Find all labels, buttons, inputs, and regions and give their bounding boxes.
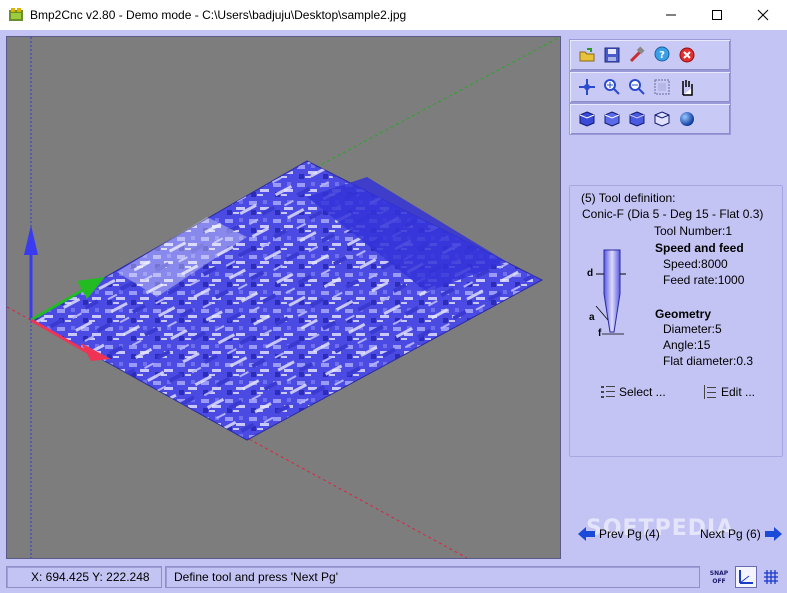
status-bar: X: 694.425 Y: 222.248 Define tool and pr… bbox=[0, 563, 787, 593]
pan-button[interactable] bbox=[676, 76, 698, 98]
flat-diameter-value: Flat diameter:0.3 bbox=[663, 354, 754, 368]
open-button[interactable] bbox=[576, 44, 598, 66]
tool-definition-header: (5) Tool definition: bbox=[581, 191, 676, 205]
dimension-a-label: a bbox=[589, 312, 595, 323]
close-icon bbox=[757, 9, 769, 21]
3d-viewport[interactable] bbox=[6, 36, 561, 559]
view-iso-1-icon bbox=[579, 111, 595, 127]
axes-icon bbox=[739, 570, 753, 584]
axes-toggle-button[interactable] bbox=[735, 566, 757, 588]
toolbar-render bbox=[569, 103, 731, 135]
tool-number: Tool Number:1 bbox=[654, 224, 733, 238]
move-button[interactable] bbox=[576, 76, 598, 98]
pan-hand-icon bbox=[682, 80, 693, 96]
select-tool-button[interactable]: Select ... bbox=[600, 384, 666, 400]
speed-value: Speed:8000 bbox=[663, 257, 728, 271]
sphere-render-button[interactable] bbox=[676, 108, 698, 130]
status-message: Define tool and press 'Next Pg' bbox=[165, 566, 700, 588]
help-button[interactable]: ? bbox=[651, 44, 673, 66]
minimize-button[interactable] bbox=[648, 0, 694, 30]
client-area: ? (5) Tool definition: Conic-F (Dia 5 - … bbox=[0, 30, 787, 593]
view-iso-2-button[interactable] bbox=[601, 108, 623, 130]
diameter-value: Diameter:5 bbox=[663, 322, 722, 336]
zoom-out-button[interactable] bbox=[626, 76, 648, 98]
dimension-f-label: f bbox=[598, 328, 602, 339]
list-icon bbox=[601, 386, 615, 398]
snap-off-icon: SNAP OFF bbox=[710, 570, 729, 585]
exit-button[interactable] bbox=[676, 44, 698, 66]
edit-list-icon bbox=[704, 385, 716, 399]
zoom-in-icon bbox=[604, 79, 620, 95]
zoom-out-icon bbox=[629, 79, 645, 95]
edit-tool-button[interactable]: Edit ... bbox=[702, 384, 755, 400]
sphere-render-icon bbox=[680, 112, 694, 126]
arrow-left-icon bbox=[578, 527, 595, 541]
z-axis-arrowhead bbox=[24, 225, 38, 255]
tools-icon bbox=[629, 46, 645, 63]
minimize-icon bbox=[666, 14, 676, 16]
geometry-heading: Geometry bbox=[655, 307, 712, 321]
zoom-fit-icon bbox=[654, 79, 670, 95]
grid-icon bbox=[764, 570, 778, 584]
dimension-d-label: d bbox=[587, 268, 594, 279]
view-iso-2-icon bbox=[604, 111, 620, 127]
view-wire-icon bbox=[654, 111, 670, 127]
app-icon bbox=[9, 8, 23, 21]
angle-value: Angle:15 bbox=[663, 338, 711, 352]
toolbar-view bbox=[569, 71, 731, 103]
open-icon bbox=[579, 48, 595, 62]
view-iso-1-button[interactable] bbox=[576, 108, 598, 130]
snap-label-2: OFF bbox=[712, 578, 725, 585]
save-icon bbox=[604, 47, 620, 63]
view-iso-3-button[interactable] bbox=[626, 108, 648, 130]
viewport-scene bbox=[7, 37, 560, 558]
grid-toggle-button[interactable] bbox=[760, 566, 782, 588]
speed-feed-heading: Speed and feed bbox=[655, 241, 744, 255]
save-button[interactable] bbox=[601, 44, 623, 66]
feed-rate-value: Feed rate:1000 bbox=[663, 273, 745, 287]
right-panel: ? (5) Tool definition: Conic-F (Dia 5 - … bbox=[566, 36, 784, 557]
prev-page-button[interactable]: Prev Pg (4) bbox=[578, 527, 660, 541]
move-icon bbox=[579, 79, 595, 95]
snap-toggle-button[interactable]: SNAP OFF bbox=[708, 566, 730, 588]
prev-page-label: Prev Pg (4) bbox=[599, 527, 660, 541]
window-title: Bmp2Cnc v2.80 - Demo mode - C:\Users\bad… bbox=[30, 8, 407, 22]
close-button[interactable] bbox=[740, 0, 786, 30]
title-bar[interactable]: Bmp2Cnc v2.80 - Demo mode - C:\Users\bad… bbox=[0, 0, 787, 30]
next-page-label: Next Pg (6) bbox=[700, 527, 761, 541]
select-label: Select ... bbox=[619, 385, 666, 399]
snap-label-1: SNAP bbox=[710, 570, 729, 577]
tool-name: Conic-F (Dia 5 - Deg 15 - Flat 0.3) bbox=[582, 207, 764, 221]
zoom-fit-button[interactable] bbox=[651, 76, 673, 98]
tool-definition-panel: (5) Tool definition: Conic-F (Dia 5 - De… bbox=[569, 185, 783, 457]
edit-label: Edit ... bbox=[721, 385, 756, 399]
coordinates-readout: X: 694.425 Y: 222.248 bbox=[6, 566, 162, 588]
view-wire-button[interactable] bbox=[651, 108, 673, 130]
help-icon: ? bbox=[654, 46, 670, 62]
close-circle-icon bbox=[679, 47, 695, 63]
next-page-button[interactable]: Next Pg (6) bbox=[700, 527, 782, 541]
maximize-icon bbox=[712, 10, 722, 20]
height-map-detail bbox=[31, 161, 542, 440]
view-iso-3-icon bbox=[629, 111, 645, 127]
maximize-button[interactable] bbox=[694, 0, 740, 30]
zoom-in-button[interactable] bbox=[601, 76, 623, 98]
arrow-right-icon bbox=[764, 527, 782, 541]
toolbar-file: ? bbox=[569, 39, 731, 71]
conic-tool-diagram bbox=[595, 249, 626, 335]
tools-button[interactable] bbox=[626, 44, 648, 66]
svg-text:?: ? bbox=[659, 50, 665, 61]
